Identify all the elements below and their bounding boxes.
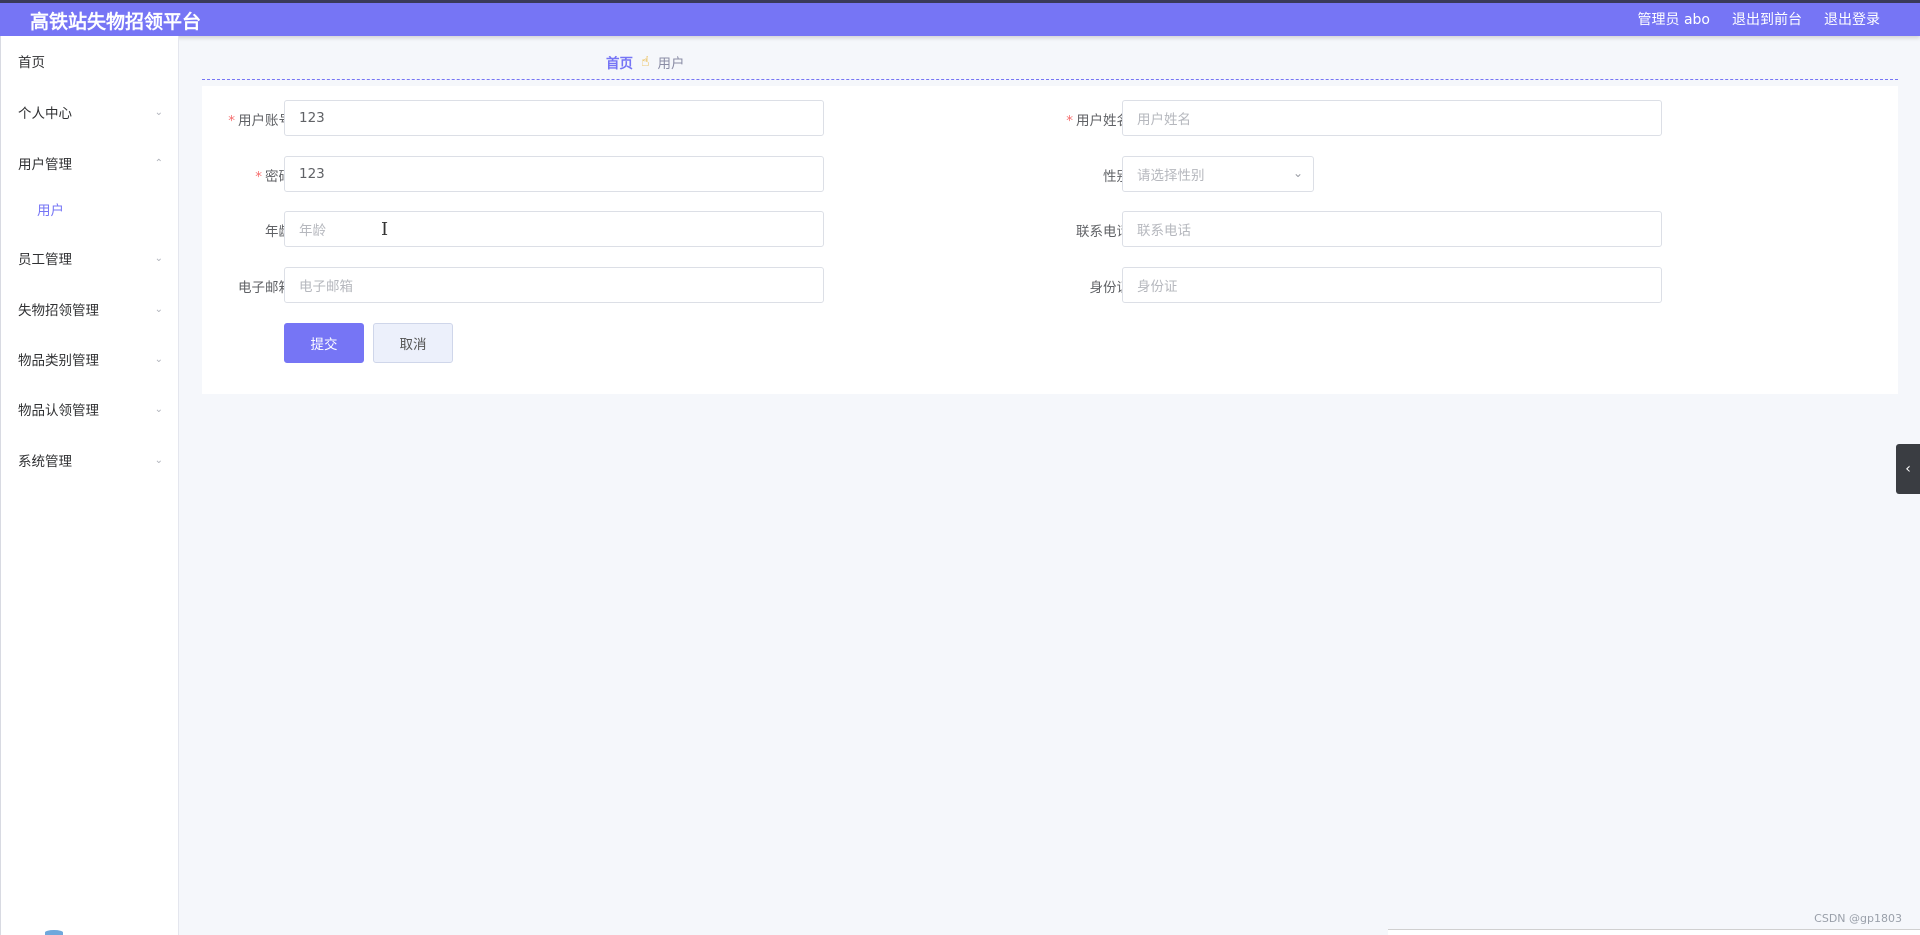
breadcrumb: 首页 ☝ 用户 [606, 52, 685, 72]
account-label: * 用户账号 [228, 113, 292, 129]
chevron-down-icon: ⌄ [1292, 166, 1303, 180]
gender-label: 性别 [1103, 169, 1130, 185]
bottom-overlay-strip [1388, 929, 1920, 935]
sidebar: 首页 个人中心 ⌄ 用户管理 ⌃ 用户 员工管理 ⌄ 失物招领管理 ⌄ 物品类别… [0, 36, 179, 935]
sidebar-item-claim-management[interactable]: 物品认领管理 ⌄ [18, 399, 163, 419]
phone-label: 联系电话 [1076, 224, 1130, 240]
top-bar: 高铁站失物招领平台 管理员 abo 退出到前台 退出登录 [0, 0, 1920, 36]
account-input[interactable]: 123 [284, 100, 824, 136]
gender-select[interactable]: 请选择性别 ⌄ [1122, 156, 1314, 192]
user-form: * 用户账号 123 * 用户姓名 用户姓名 * 密码 123 性别 请选择性别 ⌄ … [202, 86, 1898, 394]
sidebar-item-label: 用户管理 [18, 157, 72, 173]
back-to-front-link[interactable]: 退出到前台 [1732, 9, 1802, 29]
sidebar-item-home[interactable]: 首页 [18, 51, 163, 71]
idcard-label: 身份证 [1089, 280, 1131, 296]
sidebar-item-system-management[interactable]: 系统管理 ⌄ [18, 450, 163, 470]
sidebar-item-category-management[interactable]: 物品类别管理 ⌄ [18, 349, 163, 369]
chevron-up-icon: ⌃ [154, 157, 163, 169]
sidebar-item-label: 员工管理 [18, 252, 72, 268]
sidebar-item-staff-management[interactable]: 员工管理 ⌄ [18, 248, 163, 268]
sidebar-item-label: 失物招领管理 [18, 303, 99, 319]
password-label: * 密码 [255, 169, 292, 185]
name-input[interactable]: 用户姓名 [1122, 100, 1662, 136]
submit-button[interactable]: 提交 [284, 323, 364, 363]
sidebar-item-label: 系统管理 [18, 454, 72, 470]
breadcrumb-home[interactable]: 首页 [606, 52, 633, 72]
email-input[interactable]: 电子邮箱 [284, 267, 824, 303]
age-input[interactable]: 年龄 [284, 211, 824, 247]
top-actions: 管理员 abo 退出到前台 退出登录 [1638, 9, 1880, 29]
chevron-down-icon: ⌄ [154, 454, 163, 466]
sidebar-item-label: 物品类别管理 [18, 353, 99, 369]
chevron-down-icon: ⌄ [154, 303, 163, 315]
gender-select-placeholder: 请选择性别 [1137, 168, 1205, 184]
text-cursor-icon: I [381, 219, 389, 240]
sidebar-item-user-management[interactable]: 用户管理 ⌃ [18, 153, 163, 173]
logout-link[interactable]: 退出登录 [1824, 9, 1880, 29]
password-input[interactable]: 123 [284, 156, 824, 192]
breadcrumb-current: 用户 [657, 56, 685, 72]
sidebar-item-lost-found-management[interactable]: 失物招领管理 ⌄ [18, 299, 163, 319]
sidebar-item-personal-center[interactable]: 个人中心 ⌄ [18, 102, 163, 122]
hand-pointer-icon: ☝ [641, 54, 650, 70]
sidebar-subitem-user[interactable]: 用户 [37, 199, 64, 219]
app-title: 高铁站失物招领平台 [30, 11, 202, 33]
sidebar-item-label: 首页 [18, 55, 45, 71]
bottom-logo-fragment [45, 930, 63, 935]
watermark: CSDN @gp1803 [1814, 912, 1902, 925]
email-label: 电子邮箱 [238, 280, 292, 296]
chevron-down-icon: ⌄ [154, 106, 163, 118]
sidebar-item-label: 个人中心 [18, 106, 72, 122]
chevron-left-icon[interactable]: ‹ [1896, 444, 1920, 494]
sidebar-item-label: 物品认领管理 [18, 403, 99, 419]
age-label: 年龄 [265, 224, 292, 240]
cancel-button[interactable]: 取消 [373, 323, 453, 363]
current-user-label: 管理员 abo [1637, 12, 1710, 28]
name-label: * 用户姓名 [1066, 113, 1130, 129]
divider [202, 79, 1898, 80]
phone-input[interactable]: 联系电话 [1122, 211, 1662, 247]
chevron-down-icon: ⌄ [154, 353, 163, 365]
idcard-input[interactable]: 身份证 [1122, 267, 1662, 303]
chevron-down-icon: ⌄ [154, 403, 163, 415]
chevron-down-icon: ⌄ [154, 252, 163, 264]
